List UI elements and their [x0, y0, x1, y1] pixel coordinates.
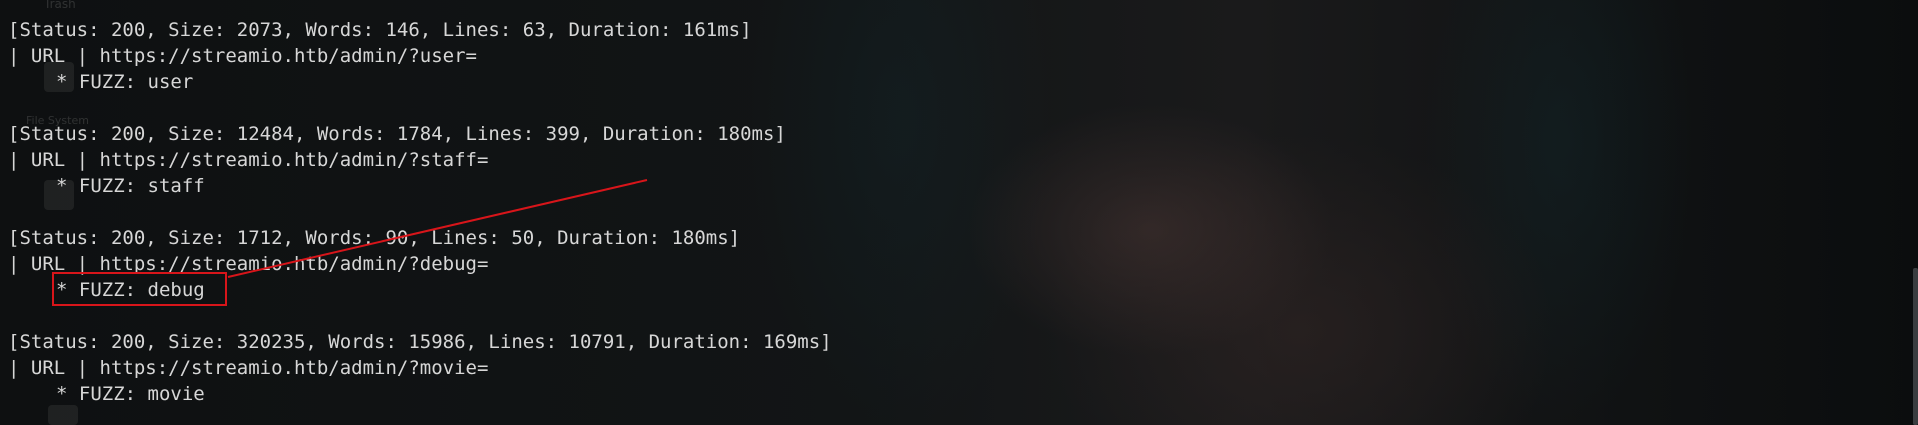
debug-highlight-box	[52, 272, 227, 306]
result-status-line: [Status: 200, Size: 12484, Words: 1784, …	[8, 123, 786, 145]
desktop-file-icon	[48, 405, 78, 425]
result-status-line: [Status: 200, Size: 320235, Words: 15986…	[8, 331, 832, 353]
result-fuzz-line: * FUZZ: movie	[56, 383, 205, 405]
ffuf-output: [Status: 200, Size: 2073, Words: 146, Li…	[8, 17, 832, 407]
desktop-trash-label: Trash	[44, 0, 76, 11]
terminal-window[interactable]: Trash File System [Status: 200, Size: 20…	[0, 0, 1918, 425]
result-status-line: [Status: 200, Size: 1712, Words: 90, Lin…	[8, 227, 741, 249]
result-url-line: | URL | https://streamio.htb/admin/?staf…	[8, 149, 489, 171]
result-fuzz-line: * FUZZ: staff	[56, 175, 205, 197]
terminal-scrollbar[interactable]	[1913, 268, 1918, 425]
result-status-line: [Status: 200, Size: 2073, Words: 146, Li…	[8, 19, 752, 41]
result-url-line: | URL | https://streamio.htb/admin/?movi…	[8, 357, 489, 379]
result-fuzz-line: * FUZZ: user	[56, 71, 194, 93]
result-url-line: | URL | https://streamio.htb/admin/?user…	[8, 45, 477, 67]
